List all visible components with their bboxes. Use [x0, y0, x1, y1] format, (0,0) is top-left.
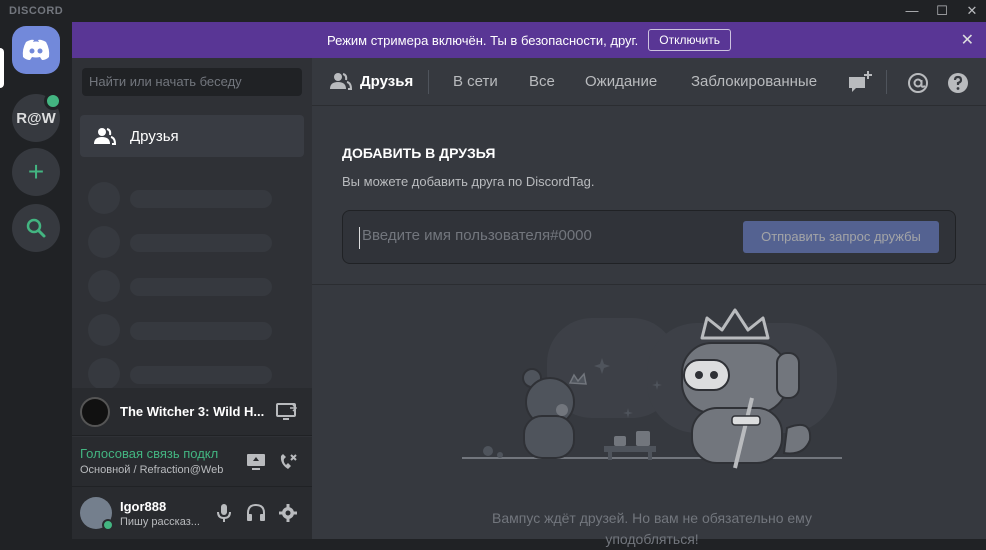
- server-raw[interactable]: R@W: [12, 92, 62, 142]
- friends-main: Друзья В сети Все Ожидание Заблокированн…: [312, 58, 986, 547]
- add-friend-form: Введите имя пользователя#0000 Отправить …: [342, 210, 956, 264]
- wumpus-illustration: [462, 308, 842, 469]
- maximize-button[interactable]: ☐: [932, 2, 952, 20]
- add-friend-title: ДОБАВИТЬ В ДРУЗЬЯ: [342, 145, 496, 161]
- friends-tab-bar: Друзья В сети Все Ожидание Заблокированн…: [312, 58, 986, 106]
- help-icon[interactable]: [947, 72, 969, 94]
- title-bar: DISCORD — ☐ ✕: [0, 0, 986, 22]
- dm-placeholder: [88, 314, 278, 346]
- voice-status: Голосовая связь подкл: [80, 446, 219, 461]
- streamer-message: Режим стримера включён. Ты в безопасност…: [327, 32, 639, 48]
- disconnect-icon[interactable]: [278, 452, 298, 472]
- server-list: R@W +: [0, 22, 72, 539]
- divider: [312, 284, 986, 285]
- app: Режим стримера включён. Ты в безопасност…: [72, 22, 986, 547]
- tab-blocked[interactable]: Заблокированные: [691, 73, 817, 90]
- go-live-icon[interactable]: [276, 402, 298, 422]
- activity-panel: The Witcher 3: Wild H...: [72, 388, 312, 436]
- custom-status: Пишу рассказ...: [120, 516, 200, 528]
- close-banner-icon[interactable]: ✕: [961, 30, 974, 50]
- friends-icon: [94, 128, 116, 145]
- game-title: The Witcher 3: Wild H...: [120, 404, 265, 419]
- dm-placeholder: [88, 270, 278, 302]
- minimize-button[interactable]: —: [902, 2, 922, 20]
- discord-logo-icon: [22, 39, 50, 60]
- speaker-icon: [44, 92, 62, 110]
- username-input[interactable]: Введите имя пользователя#0000: [359, 227, 739, 249]
- tab-friends: Друзья: [360, 73, 414, 90]
- search-input[interactable]: Найти или начать беседу: [82, 68, 302, 96]
- user-panel: Igor888 Пишу рассказ...: [72, 487, 312, 539]
- add-server-button[interactable]: +: [12, 148, 60, 196]
- app-brand: DISCORD: [9, 5, 64, 17]
- channel-sidebar: Найти или начать беседу Друзья The Witch…: [72, 58, 312, 539]
- tab-pending[interactable]: Ожидание: [585, 73, 657, 90]
- empty-state-text: Вампус ждёт друзей. Но вам не обязательн…: [492, 510, 812, 547]
- voice-panel: Голосовая связь подкл Основной / Refract…: [72, 437, 312, 487]
- dm-placeholder: [88, 358, 278, 390]
- gear-icon[interactable]: [278, 503, 298, 523]
- username: Igor888: [120, 499, 167, 514]
- selected-pill: [0, 48, 4, 88]
- online-status-icon: [102, 519, 114, 531]
- add-friend-description: Вы можете добавить друга по DiscordTag.: [342, 174, 595, 189]
- explore-servers-button[interactable]: [12, 204, 60, 252]
- server-raw-label: R@W: [16, 109, 56, 127]
- sidebar-item-friends[interactable]: Друзья: [80, 115, 304, 157]
- friends-icon: [330, 73, 352, 90]
- streamer-mode-bar: Режим стримера включён. Ты в безопасност…: [72, 22, 986, 58]
- home-button[interactable]: [12, 26, 60, 74]
- tab-all[interactable]: Все: [529, 73, 555, 90]
- headphones-icon[interactable]: [246, 503, 266, 523]
- tab-online[interactable]: В сети: [453, 73, 498, 90]
- screen-share-icon[interactable]: [246, 453, 266, 471]
- disable-streamer-button[interactable]: Отключить: [648, 29, 731, 51]
- microphone-icon[interactable]: [214, 503, 234, 523]
- send-request-button[interactable]: Отправить запрос дружбы: [743, 221, 939, 253]
- close-window-button[interactable]: ✕: [962, 2, 982, 20]
- new-group-dm-icon[interactable]: [848, 70, 874, 94]
- sidebar-friends-label: Друзья: [130, 127, 179, 145]
- voice-channel: Основной / Refraction@Web: [80, 464, 224, 476]
- dm-placeholder: [88, 182, 278, 214]
- plus-icon: +: [27, 156, 45, 187]
- game-icon: [80, 396, 110, 427]
- divider: [886, 70, 887, 94]
- mentions-icon[interactable]: [907, 72, 929, 94]
- divider: [428, 70, 429, 94]
- dm-placeholder: [88, 226, 278, 258]
- search-icon: [26, 218, 46, 238]
